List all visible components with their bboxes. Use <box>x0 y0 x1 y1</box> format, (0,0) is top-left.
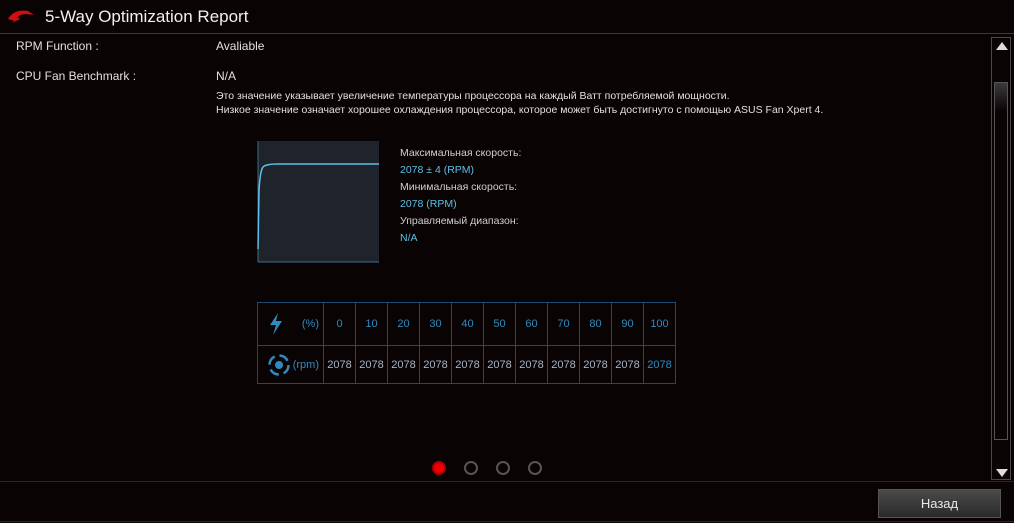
range-label: Управляемый диапазон: <box>400 215 519 227</box>
rpm-table: (%) 0 10 20 30 40 50 60 70 80 90 100 (rpm) 2078 2078 2… <box>257 302 676 384</box>
footer <box>0 481 1014 523</box>
scroll-up-icon[interactable] <box>996 42 1008 50</box>
rog-logo-icon <box>8 10 34 23</box>
rpm-function-label: RPM Function : <box>16 39 99 53</box>
rpm-cell: 2078 <box>483 345 516 384</box>
page-dot[interactable] <box>496 461 510 475</box>
percent-cell: 90 <box>611 302 644 346</box>
fan-curve-chart <box>257 141 379 263</box>
title-bar: 5-Way Optimization Report <box>0 0 1014 34</box>
speed-info: Максимальная скорость: 2078 ± 4 (RPM) Ми… <box>400 145 521 247</box>
back-button[interactable]: Назад <box>878 489 1001 518</box>
rpm-cell: 2078 <box>451 345 484 384</box>
percent-cell: 80 <box>579 302 612 346</box>
rpm-cell: 2078 <box>355 345 388 384</box>
lightning-icon <box>270 313 282 335</box>
percent-cell: 50 <box>483 302 516 346</box>
range-value: N/A <box>400 232 418 244</box>
rpm-cell: 2078 <box>547 345 580 384</box>
bottom-divider <box>0 521 1014 522</box>
percent-cell: 10 <box>355 302 388 346</box>
page-dot[interactable] <box>528 461 542 475</box>
rpm-unit: (rpm) <box>292 358 319 371</box>
min-speed-label: Минимальная скорость: <box>400 181 518 193</box>
percent-cell: 70 <box>547 302 580 346</box>
percent-cell: 0 <box>323 302 356 346</box>
page-indicator <box>432 461 542 475</box>
percent-cell: 100 <box>643 302 676 346</box>
rpm-cell: 2078 <box>419 345 452 384</box>
percent-cell: 20 <box>387 302 420 346</box>
min-speed-value: 2078 (RPM) <box>400 198 457 210</box>
rpm-cell: 2078 <box>579 345 612 384</box>
rpm-cell: 2078 <box>515 345 548 384</box>
percent-cell: 60 <box>515 302 548 346</box>
rpm-function-value: Avaliable <box>216 39 265 53</box>
page-dot[interactable] <box>464 461 478 475</box>
cpu-fan-benchmark-value: N/A <box>216 69 237 83</box>
scroll-thumb[interactable] <box>994 82 1008 440</box>
window-title: 5-Way Optimization Report <box>45 7 249 26</box>
max-speed-label: Максимальная скорость: <box>400 147 522 159</box>
percent-cell: 40 <box>451 302 484 346</box>
rpm-cell: 2078 <box>611 345 644 384</box>
rpm-cell: 2078 <box>643 345 676 384</box>
percent-unit: (%) <box>301 318 319 330</box>
scroll-down-icon[interactable] <box>996 469 1008 477</box>
rpm-cell: 2078 <box>387 345 420 384</box>
percent-cell: 30 <box>419 302 452 346</box>
page-dot[interactable] <box>432 461 446 475</box>
max-speed-value: 2078 ± 4 (RPM) <box>400 164 475 176</box>
fan-icon <box>268 353 290 376</box>
description-line: Низкое значение означает хорошее охлажде… <box>216 104 824 116</box>
chart-area <box>258 141 379 262</box>
description: Это значение указывает увеличение темпер… <box>216 89 823 117</box>
power-header: (%) <box>257 302 324 346</box>
description-line: Это значение указывает увеличение темпер… <box>216 90 730 102</box>
scrollbar[interactable] <box>991 37 1011 480</box>
rpm-cell: 2078 <box>323 345 356 384</box>
cpu-fan-benchmark-label: CPU Fan Benchmark : <box>16 69 137 83</box>
rpm-header: (rpm) <box>257 345 324 384</box>
